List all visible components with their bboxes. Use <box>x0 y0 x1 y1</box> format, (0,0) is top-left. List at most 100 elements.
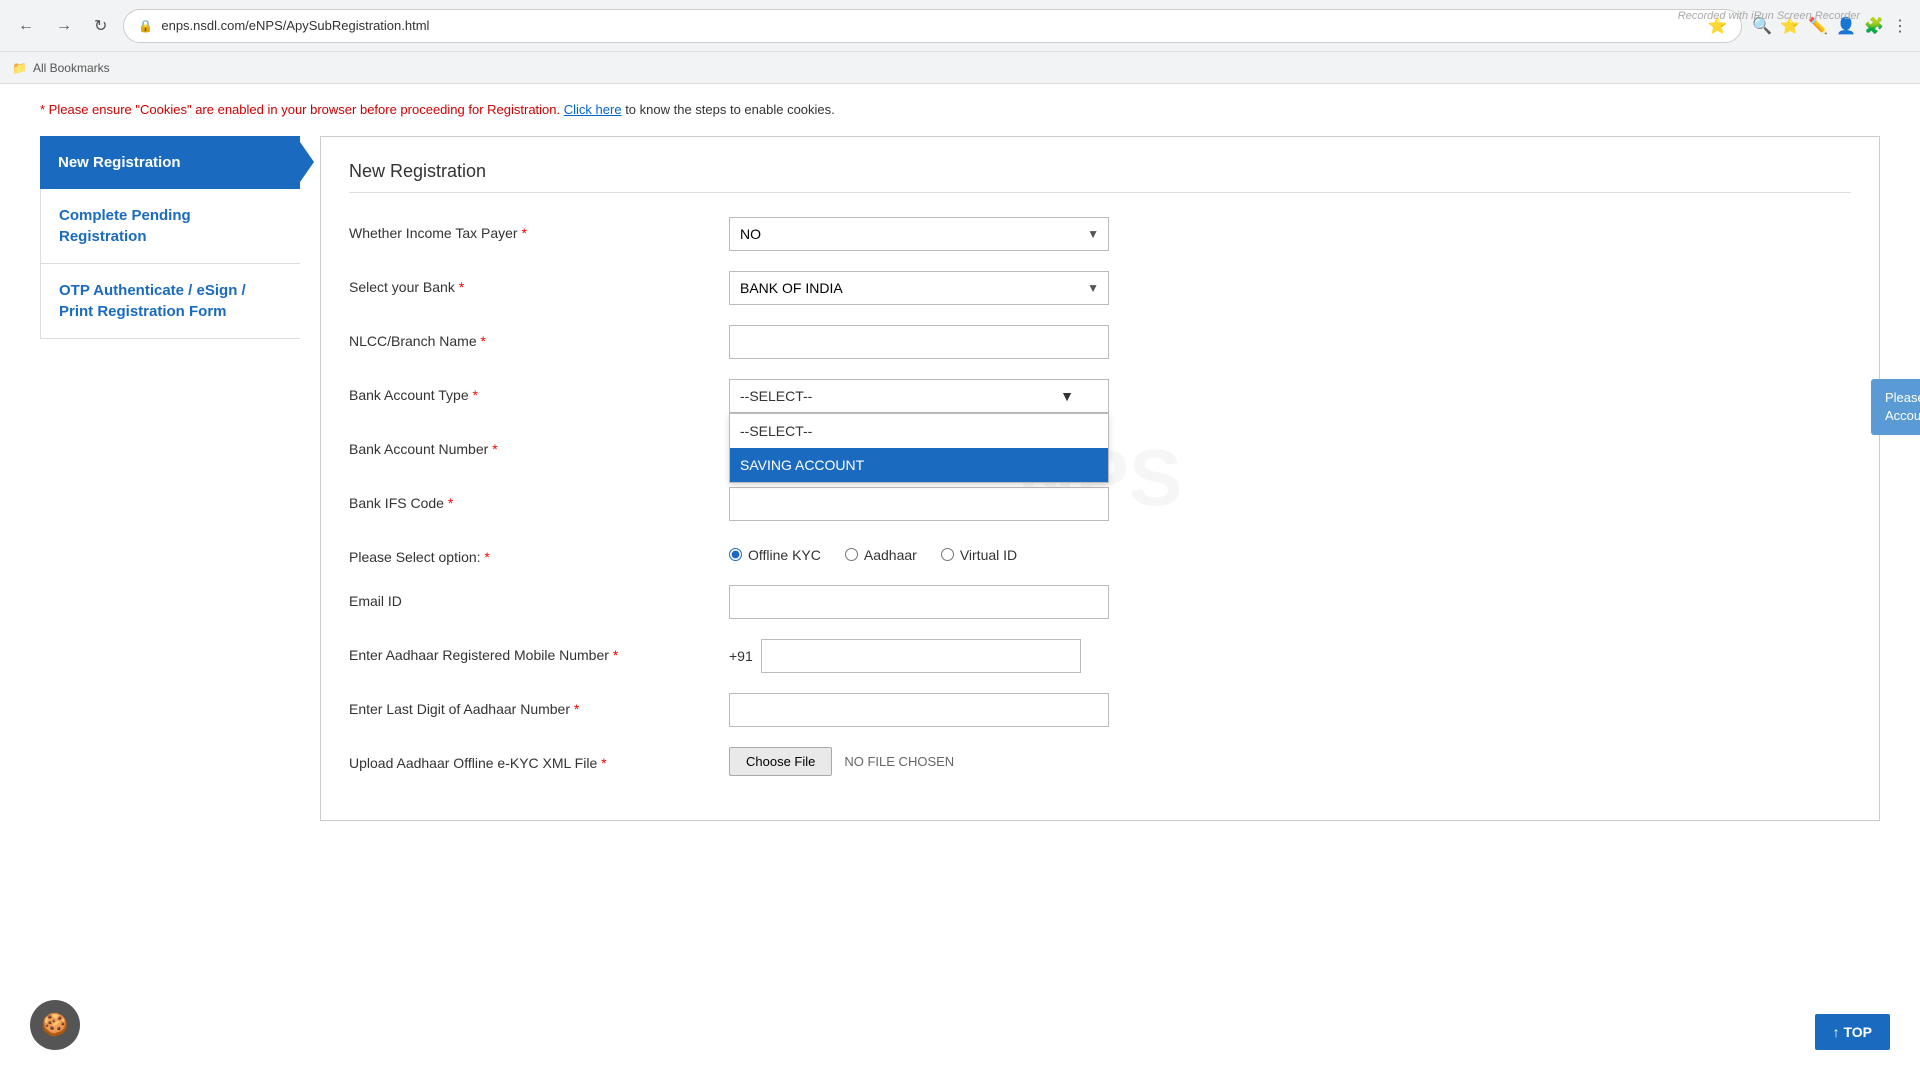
email-label: Email ID <box>349 585 729 609</box>
email-control <box>729 585 1851 619</box>
account-type-label: Bank Account Type * <box>349 379 729 403</box>
account-type-control: --SELECT-- ▼ --SELECT-- SAVING ACCOUNT <box>729 379 1851 413</box>
account-type-trigger[interactable]: --SELECT-- ▼ <box>729 379 1109 413</box>
ifs-code-control <box>729 487 1851 521</box>
reload-button[interactable]: ↻ <box>88 12 113 40</box>
email-row: Email ID <box>349 585 1851 619</box>
mobile-prefix: +91 <box>729 648 753 664</box>
kyc-aadhaar-radio[interactable] <box>845 548 858 561</box>
last-digit-row: Enter Last Digit of Aadhaar Number * <box>349 693 1851 727</box>
bookmarks-folder-icon: 📁 <box>12 61 27 75</box>
file-upload-wrapper: Choose File NO FILE CHOSEN <box>729 747 1851 776</box>
kyc-file-row: Upload Aadhaar Offline e-KYC XML File * … <box>349 747 1851 776</box>
account-number-label: Bank Account Number * <box>349 433 729 457</box>
form-container: NPS New Registration Whether Income Tax … <box>320 136 1880 821</box>
kyc-file-control: Choose File NO FILE CHOSEN <box>729 747 1851 776</box>
bank-label: Select your Bank * <box>349 271 729 295</box>
mobile-label: Enter Aadhaar Registered Mobile Number * <box>349 639 729 663</box>
main-layout: New Registration Complete Pending Regist… <box>40 136 1880 821</box>
nlcc-control <box>729 325 1851 359</box>
last-digit-control <box>729 693 1851 727</box>
choose-file-button[interactable]: Choose File <box>729 747 832 776</box>
kyc-virtual-text: Virtual ID <box>960 547 1017 563</box>
sidebar-complete-pending-label: Complete Pending Registration <box>59 207 191 245</box>
kyc-aadhaar-label[interactable]: Aadhaar <box>845 547 917 563</box>
kyc-option-label: Please Select option: * <box>349 541 729 565</box>
url-text: enps.nsdl.com/eNPS/ApySubRegistration.ht… <box>161 18 429 33</box>
click-here-link[interactable]: Click here <box>564 102 622 117</box>
back-button[interactable]: ← <box>12 13 40 39</box>
account-type-option-saving[interactable]: SAVING ACCOUNT <box>730 448 1108 482</box>
nlcc-row: NLCC/Branch Name * <box>349 325 1851 359</box>
income-tax-select-wrapper: NO YES ▼ <box>729 217 1109 251</box>
last-digit-label: Enter Last Digit of Aadhaar Number * <box>349 693 729 717</box>
page-content: * Please ensure "Cookies" are enabled in… <box>0 84 1920 837</box>
top-button-label: ↑ TOP <box>1833 1024 1872 1040</box>
kyc-offline-label[interactable]: Offline KYC <box>729 547 821 563</box>
income-tax-control: NO YES ▼ <box>729 217 1851 251</box>
cookie-icon: 🍪 <box>41 1012 68 1038</box>
mobile-control: +91 <box>729 639 1851 673</box>
ifs-code-required: * <box>448 495 453 511</box>
kyc-file-label: Upload Aadhaar Offline e-KYC XML File * <box>349 747 729 771</box>
mobile-required: * <box>613 647 618 663</box>
kyc-offline-text: Offline KYC <box>748 547 821 563</box>
bookmarks-label: All Bookmarks <box>33 61 110 75</box>
sidebar-item-new-registration[interactable]: New Registration <box>40 136 300 189</box>
ifs-code-input[interactable] <box>729 487 1109 521</box>
mobile-row: Enter Aadhaar Registered Mobile Number *… <box>349 639 1851 673</box>
account-type-tooltip: Please select your Account Type <box>1871 379 1920 435</box>
income-tax-required: * <box>522 225 527 241</box>
sidebar-item-complete-pending[interactable]: Complete Pending Registration <box>40 189 300 264</box>
ifs-code-label: Bank IFS Code * <box>349 487 729 511</box>
kyc-aadhaar-text: Aadhaar <box>864 547 917 563</box>
kyc-virtual-label[interactable]: Virtual ID <box>941 547 1017 563</box>
bank-required: * <box>459 279 464 295</box>
bank-select-wrapper: BANK OF INDIA STATE BANK OF INDIA HDFC B… <box>729 271 1109 305</box>
sidebar: New Registration Complete Pending Regist… <box>40 136 300 339</box>
cookie-notice-text2: to know the steps to enable cookies. <box>625 102 835 117</box>
email-input[interactable] <box>729 585 1109 619</box>
account-type-dropdown-container: --SELECT-- ▼ --SELECT-- SAVING ACCOUNT <box>729 379 1109 413</box>
income-tax-row: Whether Income Tax Payer * NO YES ▼ <box>349 217 1851 251</box>
kyc-file-required: * <box>601 755 606 771</box>
sidebar-otp-label: OTP Authenticate / eSign / Print Registr… <box>59 282 246 320</box>
form-title: New Registration <box>349 161 1851 193</box>
nlcc-required: * <box>481 333 486 349</box>
kyc-option-row: Please Select option: * Offline KYC Aadh… <box>349 541 1851 565</box>
browser-toolbar: ← → ↻ 🔒 enps.nsdl.com/eNPS/ApySubRegistr… <box>0 0 1920 52</box>
sidebar-new-reg-label: New Registration <box>58 154 181 171</box>
no-file-text: NO FILE CHOSEN <box>844 754 954 769</box>
bookmarks-bar: 📁 All Bookmarks <box>0 52 1920 84</box>
account-type-dropdown-list: --SELECT-- SAVING ACCOUNT <box>729 413 1109 483</box>
kyc-virtual-radio[interactable] <box>941 548 954 561</box>
ifs-code-row: Bank IFS Code * <box>349 487 1851 521</box>
kyc-option-required: * <box>484 549 489 565</box>
last-digit-required: * <box>574 701 579 717</box>
address-bar[interactable]: 🔒 enps.nsdl.com/eNPS/ApySubRegistration.… <box>123 9 1742 43</box>
kyc-option-control: Offline KYC Aadhaar Virtual ID <box>729 541 1851 563</box>
account-type-option-select[interactable]: --SELECT-- <box>730 414 1108 448</box>
sidebar-item-otp-authenticate[interactable]: OTP Authenticate / eSign / Print Registr… <box>40 264 300 339</box>
account-type-row: Bank Account Type * --SELECT-- ▼ --SELEC… <box>349 379 1851 413</box>
account-type-value: --SELECT-- <box>740 388 812 404</box>
cookie-notice: * Please ensure "Cookies" are enabled in… <box>40 100 1880 120</box>
kyc-radio-group: Offline KYC Aadhaar Virtual ID <box>729 541 1851 563</box>
cookie-icon-button[interactable]: 🍪 <box>30 1000 80 1050</box>
forward-button[interactable]: → <box>50 13 78 39</box>
account-type-arrow: ▼ <box>1060 388 1074 404</box>
kyc-offline-radio[interactable] <box>729 548 742 561</box>
bank-control: BANK OF INDIA STATE BANK OF INDIA HDFC B… <box>729 271 1851 305</box>
account-type-required: * <box>473 387 478 403</box>
mobile-prefix-group: +91 <box>729 639 1851 673</box>
nlcc-label: NLCC/Branch Name * <box>349 325 729 349</box>
income-tax-label: Whether Income Tax Payer * <box>349 217 729 241</box>
extension-button[interactable]: 🧩 <box>1864 16 1884 36</box>
income-tax-select[interactable]: NO YES <box>729 217 1109 251</box>
menu-button[interactable]: ⋮ <box>1892 16 1908 36</box>
last-digit-input[interactable] <box>729 693 1109 727</box>
nlcc-input[interactable] <box>729 325 1109 359</box>
bank-select[interactable]: BANK OF INDIA STATE BANK OF INDIA HDFC B… <box>729 271 1109 305</box>
mobile-input[interactable] <box>761 639 1081 673</box>
top-button[interactable]: ↑ TOP <box>1815 1014 1890 1050</box>
